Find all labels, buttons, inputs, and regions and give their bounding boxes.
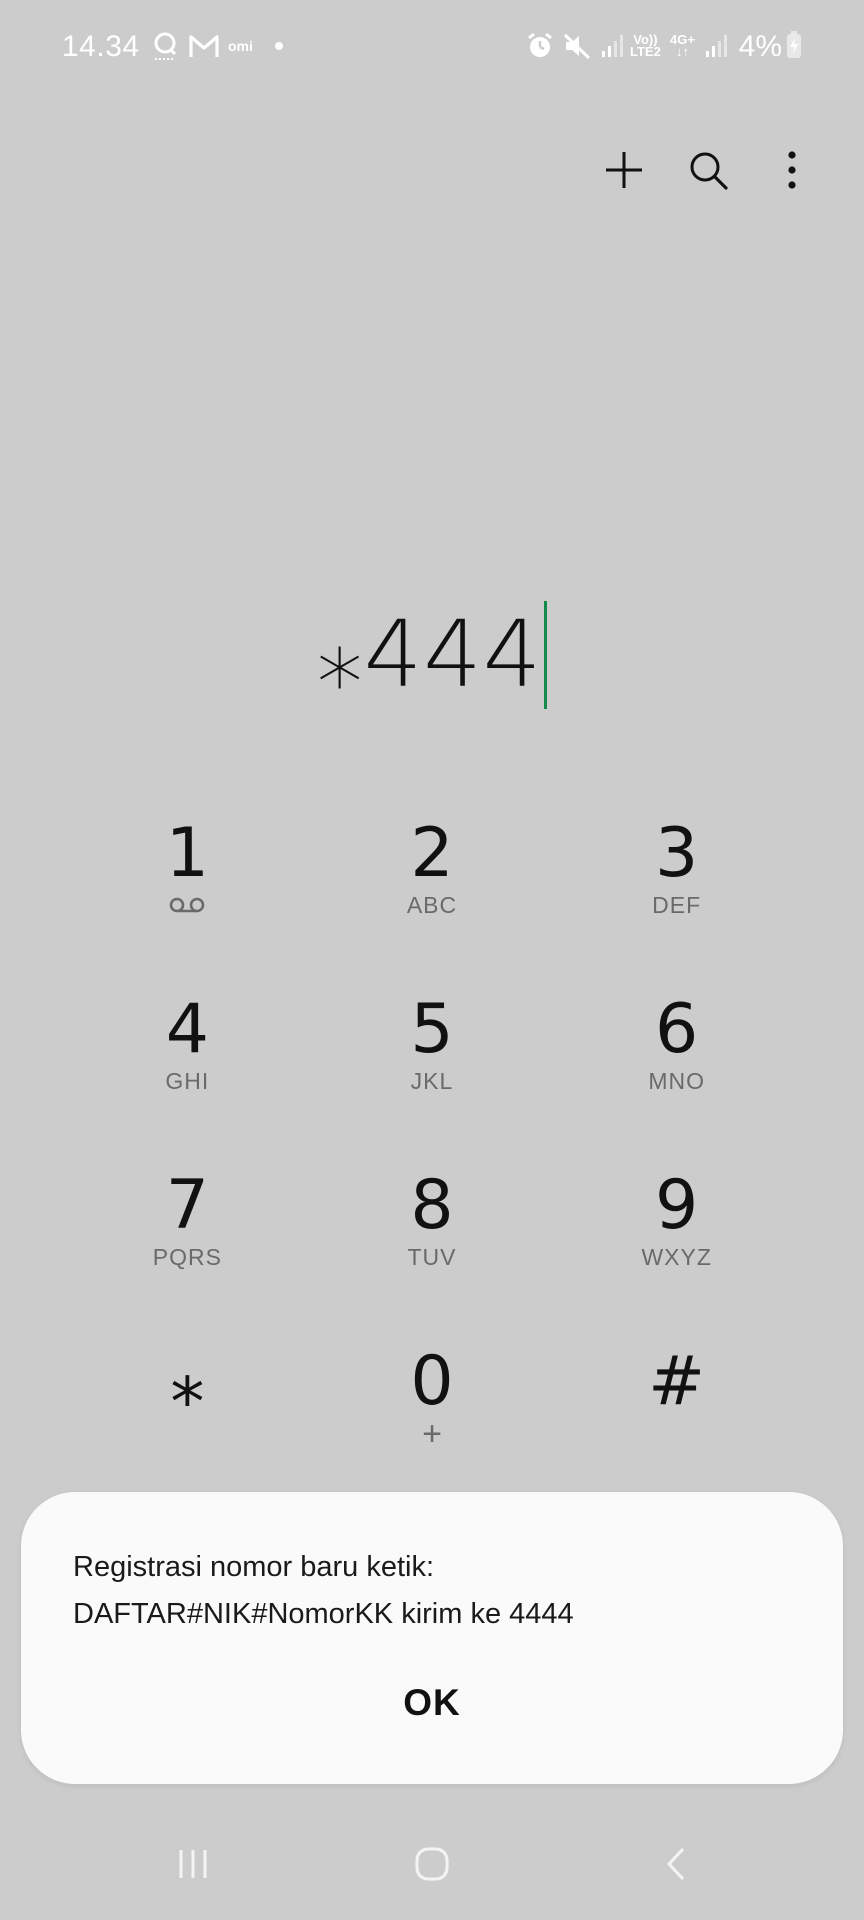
more-options-button[interactable] <box>760 140 824 204</box>
text-cursor <box>544 601 548 709</box>
key-letters: WXYZ <box>641 1243 712 1270</box>
gmail-icon <box>188 30 220 62</box>
key-0[interactable]: 0 + <box>310 1328 555 1504</box>
key-digit: 8 <box>410 1166 454 1245</box>
key-letters: ABC <box>406 891 458 918</box>
key-digit: 9 <box>655 1166 699 1245</box>
home-icon <box>414 1846 450 1887</box>
key-letters: GHI <box>165 1067 210 1094</box>
status-time: 14.34 <box>62 30 140 63</box>
more-options-icon <box>786 150 798 195</box>
key-7[interactable]: 7 PQRS <box>65 1152 310 1328</box>
battery-indicator: 4% <box>739 30 802 64</box>
volte-icon: Vo)) LTE2 <box>630 32 661 59</box>
dialog-message-line: Registrasi nomor baru ketik: <box>73 1551 435 1583</box>
dialed-number: ⁎444 <box>316 601 543 708</box>
key-letters: JKL <box>410 1067 454 1094</box>
dialer-toolbar <box>592 140 824 204</box>
battery-charging-icon <box>786 30 802 64</box>
mute-icon <box>562 30 592 62</box>
key-digit: 7 <box>165 1166 209 1245</box>
key-4[interactable]: 4 GHI <box>65 976 310 1152</box>
key-letters: MNO <box>648 1067 705 1094</box>
key-letters: PQRS <box>152 1243 222 1270</box>
key-digit: 6 <box>655 990 699 1069</box>
key-plus: + <box>422 1415 442 1453</box>
key-star[interactable]: ⁎ <box>65 1328 310 1504</box>
dialog-message: Registrasi nomor baru ketik: DAFTAR#NIK#… <box>73 1544 793 1638</box>
key-5[interactable]: 5 JKL <box>310 976 555 1152</box>
signal-icon <box>704 30 730 62</box>
key-3[interactable]: 3 DEF <box>554 800 799 976</box>
key-digit: 4 <box>165 990 209 1069</box>
key-digit: ⁎ <box>170 1342 205 1421</box>
key-9[interactable]: 9 WXYZ <box>554 1152 799 1328</box>
recent-apps-button[interactable] <box>153 1826 233 1906</box>
key-letters: TUV <box>407 1243 457 1270</box>
key-letters: DEF <box>652 891 702 918</box>
signal-icon <box>600 30 626 62</box>
key-hash[interactable]: # <box>554 1328 799 1504</box>
alarm-icon <box>526 30 554 62</box>
4g-data-icon: 4G+ ↓↑ <box>670 32 695 59</box>
dial-keypad: 1 2 ABC 3 DEF 4 GHI 5 JKL 6 MNO 7 PQRS 8… <box>65 800 799 1504</box>
add-contact-button[interactable] <box>592 140 656 204</box>
recent-apps-icon <box>175 1847 211 1886</box>
notification-app-icon <box>150 30 180 62</box>
dialog-message-line: DAFTAR#NIK#NomorKK kirim ke 4444 <box>73 1598 574 1630</box>
dot-icon <box>274 30 284 62</box>
key-digit: # <box>648 1342 706 1421</box>
battery-percent: 4% <box>738 30 782 63</box>
key-8[interactable]: 8 TUV <box>310 1152 555 1328</box>
back-button[interactable] <box>636 1826 716 1906</box>
home-button[interactable] <box>392 1826 472 1906</box>
navigation-bar <box>0 1800 864 1920</box>
key-digit: 3 <box>655 814 699 893</box>
key-digit: 2 <box>410 814 454 893</box>
key-6[interactable]: 6 MNO <box>554 976 799 1152</box>
omi-icon: omi <box>228 38 253 54</box>
status-bar: 14.34 omi Vo)) LTE2 4G+ ↓↑ 4% <box>0 0 864 96</box>
key-2[interactable]: 2 ABC <box>310 800 555 976</box>
key-digit: 0 <box>410 1342 454 1421</box>
ok-button[interactable]: OK <box>21 1682 843 1724</box>
key-1[interactable]: 1 <box>65 800 310 976</box>
voicemail-icon <box>168 890 206 920</box>
back-icon <box>664 1846 688 1887</box>
key-digit: 1 <box>165 814 209 893</box>
add-icon <box>603 149 645 196</box>
ussd-message-dialog: Registrasi nomor baru ketik: DAFTAR#NIK#… <box>21 1492 843 1784</box>
search-button[interactable] <box>676 140 740 204</box>
key-digit: 5 <box>410 990 454 1069</box>
search-icon <box>687 149 729 196</box>
dialed-number-field[interactable]: ⁎444 <box>0 600 864 710</box>
